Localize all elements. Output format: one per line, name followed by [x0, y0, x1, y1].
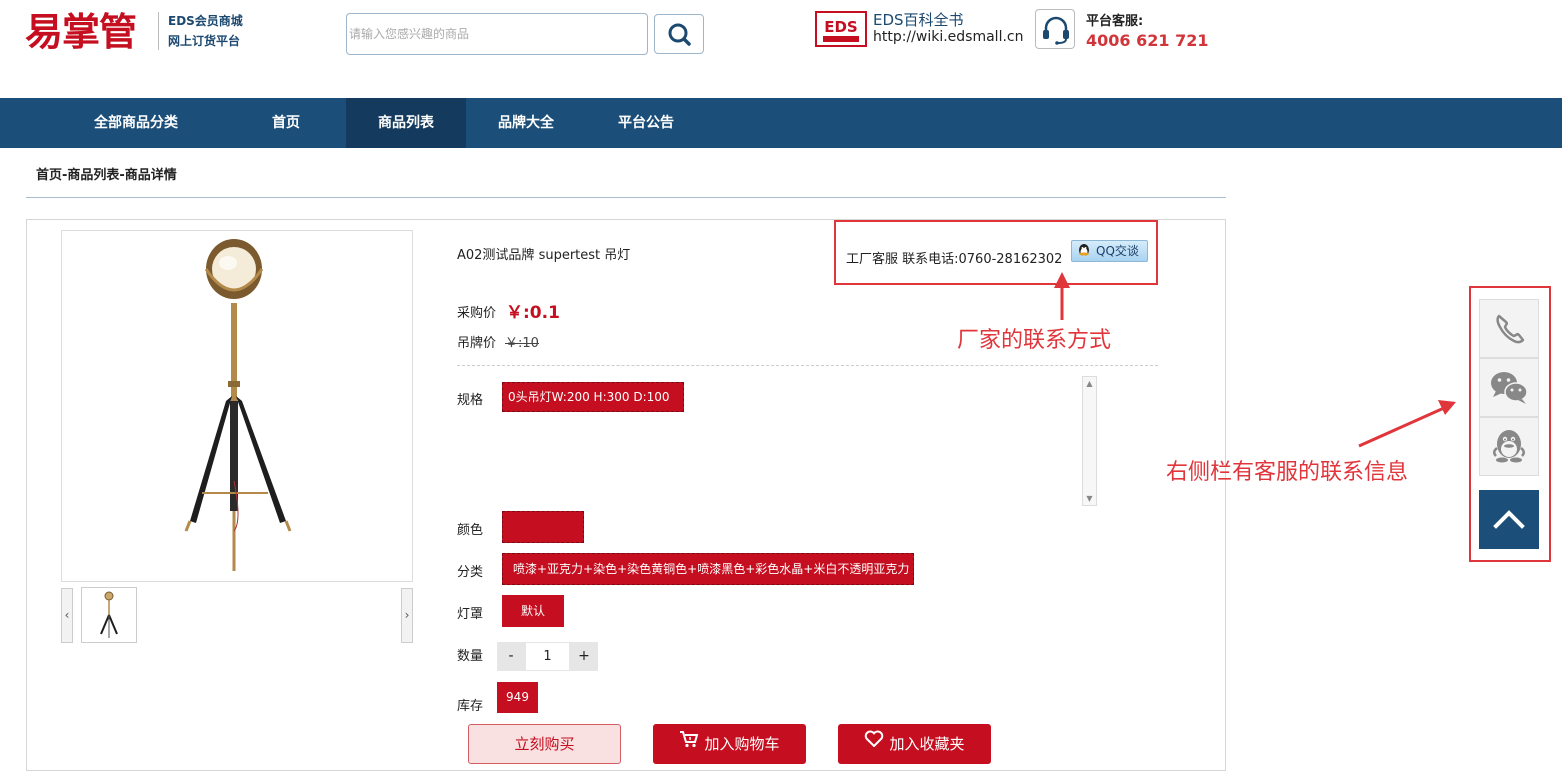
nav-announcements[interactable]: 平台公告 [586, 98, 706, 148]
cart-icon [679, 723, 699, 763]
service-phone: 4006 621 721 [1086, 31, 1209, 50]
add-to-cart-label: 加入购物车 [704, 735, 780, 753]
scroll-up-icon[interactable]: ▲ [1083, 379, 1096, 388]
nav-brands[interactable]: 品牌大全 [466, 98, 586, 148]
stock-label: 库存 [457, 699, 484, 714]
sidebar-phone-button[interactable] [1479, 299, 1539, 358]
spec-scrollbar[interactable]: ▲ ▼ [1082, 376, 1097, 506]
back-to-top-button[interactable] [1479, 490, 1539, 549]
scroll-down-icon[interactable]: ▼ [1083, 494, 1096, 503]
add-to-favorites-button[interactable]: 加入收藏夹 [838, 724, 991, 764]
qq-icon [1076, 243, 1092, 265]
product-main-image [61, 230, 413, 582]
purchase-price-value: ￥:0.1 [506, 303, 560, 323]
purchase-price-label: 采购价 [457, 306, 497, 321]
spec-label: 规格 [457, 393, 484, 408]
add-to-favorites-label: 加入收藏夹 [889, 735, 965, 753]
annotation-factory-note: 厂家的联系方式 [957, 328, 1112, 353]
shade-option[interactable]: 默认 [502, 595, 564, 627]
category-label: 分类 [457, 565, 484, 580]
eds-logo-icon[interactable]: EDS [815, 10, 867, 48]
breadcrumb-divider [26, 197, 1226, 198]
annotation-sidebar-note: 右侧栏有客服的联系信息 [1166, 460, 1409, 485]
product-title: A02测试品牌 supertest 吊灯 [457, 248, 631, 263]
factory-contact-text: 工厂客服 联系电话:0760-28162302 [846, 252, 1063, 267]
annotation-arrow-factory [1054, 272, 1070, 320]
sidebar-wechat-button[interactable] [1479, 358, 1539, 417]
headset-icon [1035, 9, 1075, 49]
tag-price-value: ￥:10 [505, 336, 539, 351]
nav-all-categories[interactable]: 全部商品分类 [66, 98, 206, 148]
annotation-arrow-sidebar [1358, 400, 1456, 448]
wechat-icon [1491, 372, 1528, 404]
site-logo[interactable]: 易掌管 [25, 8, 137, 56]
thumbnail-next-button[interactable]: › [401, 588, 413, 643]
search-input[interactable] [346, 13, 648, 55]
eds-wiki-title[interactable]: EDS百科全书 [873, 9, 964, 30]
svg-text:EDS: EDS [824, 18, 858, 36]
phone-icon [1496, 314, 1525, 344]
heart-icon [864, 723, 884, 763]
logo-subtitle-platform: 网上订货平台 [168, 34, 241, 48]
nav-home[interactable]: 首页 [226, 98, 346, 148]
quantity-label: 数量 [457, 649, 484, 664]
logo-subtitle-mall: EDS会员商城 [168, 14, 243, 28]
main-nav: 全部商品分类 首页 商品列表 品牌大全 平台公告 [0, 98, 1562, 148]
logo-divider [158, 12, 159, 50]
color-label: 颜色 [457, 523, 484, 538]
shade-label: 灯罩 [457, 607, 484, 622]
eds-wiki-url[interactable]: http://wiki.edsmall.cn [873, 29, 1024, 45]
spec-option[interactable]: 0头吊灯W:200 H:300 D:100 [502, 382, 684, 412]
thumbnail-prev-button[interactable]: ‹ [61, 588, 73, 643]
chevron-up-icon [1493, 510, 1525, 529]
tag-price-label: 吊牌价 [457, 336, 497, 351]
qq-chat-label: QQ交谈 [1096, 244, 1139, 258]
quantity-increase-button[interactable]: + [570, 642, 598, 671]
buy-now-button[interactable]: 立刻购买 [468, 724, 621, 764]
qq-chat-button[interactable]: QQ交谈 [1071, 240, 1148, 262]
nav-product-list[interactable]: 商品列表 [346, 98, 466, 148]
price-divider [457, 365, 1158, 366]
product-thumbnail[interactable] [81, 587, 137, 643]
color-option[interactable] [502, 511, 584, 543]
breadcrumb[interactable]: 首页-商品列表-商品详情 [36, 164, 177, 183]
add-to-cart-button[interactable]: 加入购物车 [653, 724, 806, 764]
quantity-input[interactable] [525, 642, 570, 671]
quantity-decrease-button[interactable]: - [497, 642, 525, 671]
stock-value: 949 [497, 682, 538, 713]
category-option[interactable]: 喷漆+亚克力+染色+染色黄铜色+喷漆黑色+彩色水晶+米白不透明亚克力 [502, 553, 914, 585]
qq-penguin-icon [1493, 430, 1525, 463]
sidebar-qq-button[interactable] [1479, 417, 1539, 476]
search-icon [668, 23, 691, 46]
search-button[interactable] [654, 14, 704, 54]
service-label: 平台客服: [1086, 14, 1144, 29]
